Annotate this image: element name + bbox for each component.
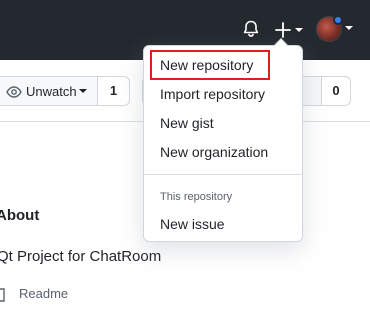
new-gist-menu-item[interactable]: New gist xyxy=(160,115,214,131)
readme-label: Readme xyxy=(19,286,69,301)
chevron-down-icon xyxy=(295,28,303,32)
unwatch-label: Unwatch xyxy=(26,84,77,99)
new-organization-menu-item[interactable]: New organization xyxy=(160,144,268,160)
dropdown-caret-fill xyxy=(275,39,287,46)
repo-description: Qt Project for ChatRoom xyxy=(0,248,162,265)
user-menu-button[interactable] xyxy=(316,15,354,44)
chevron-down-icon xyxy=(345,26,353,30)
highlight-box xyxy=(150,50,270,80)
plus-icon xyxy=(275,22,291,38)
unwatch-button[interactable]: Unwatch xyxy=(0,76,98,106)
status-badge xyxy=(333,15,343,25)
new-issue-menu-item[interactable]: New issue xyxy=(160,216,225,232)
bell-icon[interactable] xyxy=(241,19,261,39)
about-heading: About xyxy=(0,207,40,224)
menu-section-label: This repository xyxy=(160,191,233,203)
import-repository-menu-item[interactable]: Import repository xyxy=(160,86,265,102)
watch-count[interactable]: 1 xyxy=(97,76,130,106)
fork-count[interactable]: 0 xyxy=(321,76,351,106)
eye-icon xyxy=(6,86,22,98)
chevron-down-icon xyxy=(79,89,87,93)
book-icon xyxy=(0,288,5,302)
menu-divider xyxy=(144,174,302,175)
